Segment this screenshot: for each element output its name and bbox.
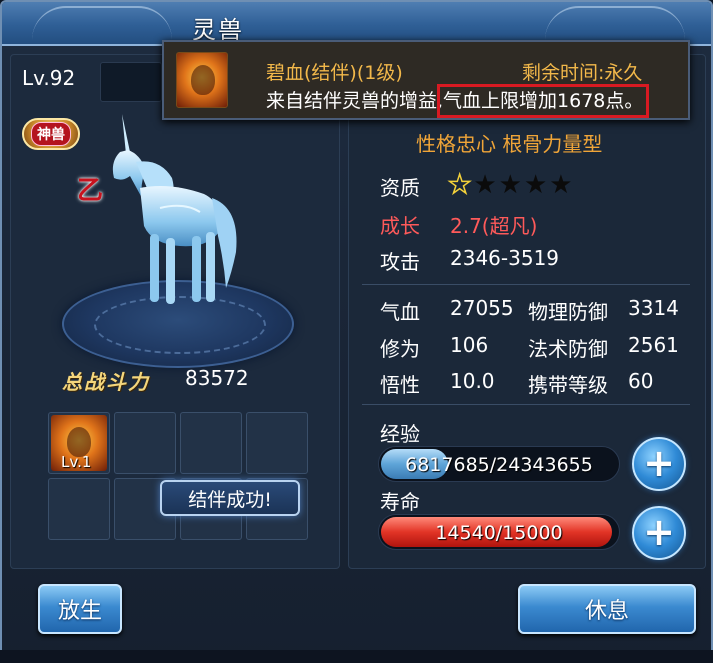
add-experience-button[interactable]: +	[632, 437, 686, 491]
unicorn-pet-model[interactable]	[100, 112, 250, 322]
hp-value: 27055	[450, 296, 514, 320]
companion-slot-3[interactable]	[180, 412, 242, 474]
experience-bar-text: 6817685/24343655	[405, 454, 593, 476]
lifespan-bar: 14540/15000	[378, 514, 620, 550]
buff-icon	[176, 52, 228, 108]
star-icon-empty: ★	[473, 170, 497, 200]
magic-defense-value: 2561	[628, 333, 679, 357]
growth-value: 2.7(超凡)	[450, 214, 538, 238]
buff-description: 来自结伴灵兽的增益,气血上限增加1678点。	[266, 84, 650, 118]
unicorn-tail	[212, 198, 237, 288]
unicorn-leg-front-left	[150, 234, 159, 302]
unicorn-leg-back-right	[206, 232, 215, 302]
attack-value: 2346-3519	[450, 246, 560, 270]
divine-beast-badge-label: 神兽	[31, 122, 71, 146]
savvy-value: 10.0	[450, 369, 495, 393]
buff-effect-highlight: 气血上限增加1678点。	[437, 84, 650, 118]
star-icon-filled: ★	[447, 170, 472, 200]
cultivation-value: 106	[450, 333, 489, 357]
carry-level-label: 携带等级	[528, 373, 608, 397]
divine-beast-badge: 神兽	[22, 118, 80, 150]
buff-remaining-time: 剩余时间:永久	[522, 62, 643, 84]
aptitude-stars: ★ ★ ★ ★ ★	[447, 170, 573, 200]
carry-level-value: 60	[628, 369, 654, 393]
rest-button[interactable]: 休息	[518, 584, 696, 634]
lifespan-bar-text: 14540/15000	[435, 522, 563, 544]
total-power-label: 总战斗力	[62, 370, 150, 394]
star-icon-empty: ★	[523, 170, 548, 200]
companion-slot-grid: Lv.1	[48, 412, 310, 542]
savvy-label: 悟性	[380, 373, 420, 397]
physical-defense-value: 3314	[628, 296, 679, 320]
pet-personality: 性格忠心 根骨力量型	[416, 132, 603, 156]
unicorn-horn	[122, 114, 130, 154]
companion-slot-2[interactable]	[114, 412, 176, 474]
add-lifespan-button[interactable]: +	[632, 506, 686, 560]
hp-label: 气血	[380, 300, 420, 324]
aptitude-label: 资质	[380, 176, 420, 200]
physical-defense-label: 物理防御	[528, 300, 608, 324]
companion-slot-4[interactable]	[246, 412, 308, 474]
unicorn-leg-back-left	[192, 236, 201, 302]
total-power-value: 83572	[185, 366, 249, 390]
stats-divider-top	[362, 284, 690, 285]
experience-bar: 6817685/24343655	[378, 446, 620, 482]
companion-slot-level: Lv.1	[61, 453, 92, 471]
plus-icon: +	[643, 509, 675, 554]
buff-description-source: 来自结伴灵兽的增益,	[266, 90, 444, 112]
attack-label: 攻击	[380, 250, 420, 274]
companion-slot-1[interactable]: Lv.1	[48, 412, 110, 474]
title-ornament-left	[32, 6, 172, 40]
lifespan-label: 寿命	[380, 490, 420, 514]
growth-label: 成长	[380, 214, 420, 238]
pet-level: Lv.92	[22, 66, 76, 90]
star-icon-empty: ★	[498, 170, 522, 200]
plus-icon: +	[643, 440, 675, 485]
magic-defense-label: 法术防御	[528, 337, 608, 361]
chat-strip	[0, 650, 713, 663]
buff-tooltip: 碧血(结伴)(1级) 剩余时间:永久 来自结伴灵兽的增益,气血上限增加1678点…	[162, 40, 690, 120]
star-icon-empty: ★	[549, 170, 573, 200]
stats-divider-bottom	[362, 404, 690, 405]
unicorn-leg-front-right	[166, 238, 175, 304]
pet-name-field[interactable]	[100, 62, 162, 102]
buff-name: 碧血(结伴)(1级)	[266, 62, 403, 84]
experience-label: 经验	[380, 422, 420, 446]
companion-slot-5[interactable]	[48, 478, 110, 540]
release-button[interactable]: 放生	[38, 584, 122, 634]
cultivation-label: 修为	[380, 337, 420, 361]
bond-success-toast: 结伴成功!	[160, 480, 300, 516]
title-ornament-right	[545, 6, 685, 40]
